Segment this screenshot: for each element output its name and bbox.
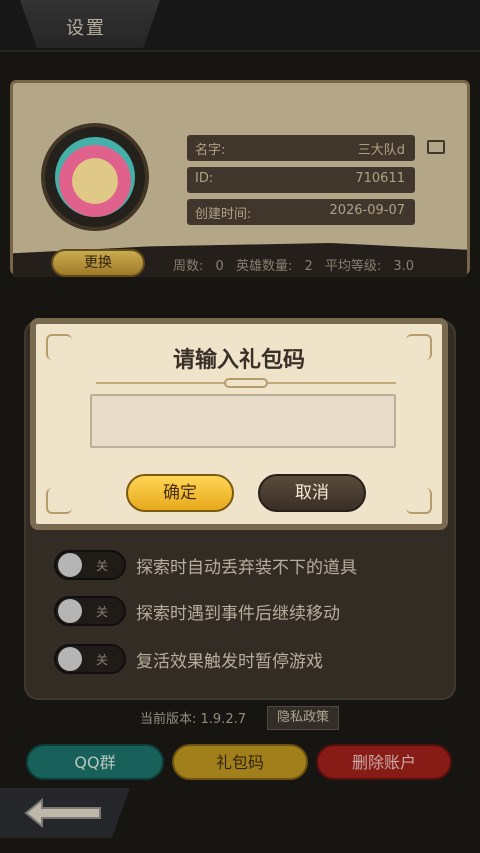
modal-title: 请输入礼包码 [172, 348, 305, 373]
gift-code-input[interactable] [90, 394, 396, 448]
modal-corner-ornament [46, 488, 72, 514]
modal-ornament [224, 378, 268, 388]
cancel-button[interactable]: 取消 [258, 474, 366, 512]
confirm-button[interactable]: 确定 [126, 474, 234, 512]
modal-corner-ornament [406, 488, 432, 514]
gift-code-modal: 请输入礼包码 确定 取消 [30, 318, 448, 530]
